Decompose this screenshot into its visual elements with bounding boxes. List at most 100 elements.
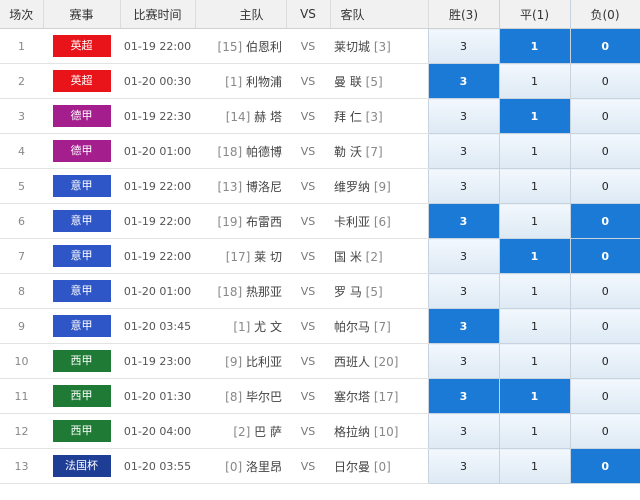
option-lose[interactable]: 0 — [569, 28, 640, 64]
league-badge[interactable]: 意甲 — [52, 245, 111, 267]
option-draw[interactable]: 1 — [498, 98, 570, 134]
option-win[interactable]: 3 — [427, 378, 499, 414]
option-lose[interactable]: 0 — [569, 168, 640, 204]
vs-label: VS — [286, 413, 330, 449]
home-team[interactable]: 莱 切 — [254, 250, 282, 264]
away-team-cell: 帕尔马 [7] — [330, 308, 428, 344]
option-lose[interactable]: 0 — [569, 273, 640, 309]
option-win[interactable]: 3 — [427, 63, 499, 99]
league-badge[interactable]: 德甲 — [52, 140, 111, 162]
option-draw[interactable]: 1 — [498, 63, 570, 99]
league-badge[interactable]: 西甲 — [52, 350, 111, 372]
away-team[interactable]: 国 米 — [334, 250, 362, 264]
league-badge[interactable]: 意甲 — [52, 210, 111, 232]
option-win[interactable]: 3 — [427, 343, 499, 379]
home-rank: [8] — [225, 389, 243, 404]
header-away: 客队 — [330, 0, 429, 29]
option-win[interactable]: 3 — [427, 203, 499, 239]
league-badge[interactable]: 英超 — [52, 35, 111, 57]
away-team[interactable]: 勒 沃 — [334, 145, 362, 159]
home-team-cell: [2] 巴 萨 — [195, 413, 286, 449]
option-win[interactable]: 3 — [427, 308, 499, 344]
option-lose[interactable]: 0 — [569, 98, 640, 134]
league-badge[interactable]: 西甲 — [52, 420, 111, 442]
option-lose[interactable]: 0 — [569, 203, 640, 239]
option-win[interactable]: 3 — [427, 168, 499, 204]
away-team[interactable]: 塞尔塔 — [334, 390, 370, 404]
vs-label: VS — [286, 133, 330, 169]
option-win[interactable]: 3 — [427, 273, 499, 309]
away-team[interactable]: 卡利亚 — [334, 215, 370, 229]
option-lose[interactable]: 0 — [569, 343, 640, 379]
league-badge[interactable]: 意甲 — [52, 315, 111, 337]
home-team-cell: [17] 莱 切 — [195, 238, 286, 274]
home-team[interactable]: 博洛尼 — [246, 180, 282, 194]
home-rank: [1] — [233, 319, 251, 334]
away-rank: [9] — [373, 179, 391, 194]
away-team[interactable]: 维罗纳 — [334, 180, 370, 194]
away-team-cell: 莱切城 [3] — [330, 28, 428, 64]
league-badge[interactable]: 德甲 — [52, 105, 111, 127]
away-team-cell: 卡利亚 [6] — [330, 203, 428, 239]
option-win[interactable]: 3 — [427, 413, 499, 449]
home-rank: [14] — [225, 109, 251, 124]
away-team[interactable]: 曼 联 — [334, 75, 362, 89]
away-team[interactable]: 日尔曼 — [334, 460, 370, 474]
home-team[interactable]: 赫 塔 — [254, 110, 282, 124]
option-win[interactable]: 3 — [427, 98, 499, 134]
away-team[interactable]: 罗 马 — [334, 285, 362, 299]
league-cell: 西甲 — [43, 378, 120, 414]
league-badge[interactable]: 意甲 — [52, 280, 111, 302]
option-lose[interactable]: 0 — [569, 378, 640, 414]
away-team[interactable]: 格拉纳 — [334, 425, 370, 439]
option-draw[interactable]: 1 — [498, 378, 570, 414]
option-draw[interactable]: 1 — [498, 203, 570, 239]
away-team[interactable]: 拜 仁 — [334, 110, 362, 124]
away-team[interactable]: 莱切城 — [334, 40, 370, 54]
home-team[interactable]: 热那亚 — [246, 285, 282, 299]
option-win[interactable]: 3 — [427, 28, 499, 64]
option-win[interactable]: 3 — [427, 133, 499, 169]
header-lose: 负(0) — [570, 0, 640, 29]
league-badge[interactable]: 意甲 — [52, 175, 111, 197]
away-team[interactable]: 西班人 — [334, 355, 370, 369]
home-team[interactable]: 毕尔巴 — [246, 390, 282, 404]
option-draw[interactable]: 1 — [498, 133, 570, 169]
home-team[interactable]: 布雷西 — [246, 215, 282, 229]
option-lose[interactable]: 0 — [569, 238, 640, 274]
home-team[interactable]: 比利亚 — [246, 355, 282, 369]
option-win[interactable]: 3 — [427, 448, 499, 484]
option-draw[interactable]: 1 — [498, 168, 570, 204]
header-league: 赛事 — [43, 0, 121, 29]
league-badge[interactable]: 法国杯 — [52, 455, 111, 477]
option-draw[interactable]: 1 — [498, 308, 570, 344]
league-badge[interactable]: 英超 — [52, 70, 111, 92]
home-team-cell: [18] 热那亚 — [195, 273, 286, 309]
option-lose[interactable]: 0 — [569, 413, 640, 449]
league-badge[interactable]: 西甲 — [52, 385, 111, 407]
option-draw[interactable]: 1 — [498, 413, 570, 449]
option-lose[interactable]: 0 — [569, 63, 640, 99]
option-draw[interactable]: 1 — [498, 343, 570, 379]
option-lose[interactable]: 0 — [569, 133, 640, 169]
option-draw[interactable]: 1 — [498, 238, 570, 274]
league-cell: 德甲 — [43, 133, 120, 169]
option-draw[interactable]: 1 — [498, 28, 570, 64]
match-number: 10 — [0, 343, 43, 379]
option-draw[interactable]: 1 — [498, 273, 570, 309]
option-draw[interactable]: 1 — [498, 448, 570, 484]
home-team[interactable]: 伯恩利 — [246, 40, 282, 54]
away-team[interactable]: 帕尔马 — [334, 320, 370, 334]
header-home: 主队 — [195, 0, 287, 29]
option-win[interactable]: 3 — [427, 238, 499, 274]
option-lose[interactable]: 0 — [569, 308, 640, 344]
away-rank: [7] — [365, 144, 383, 159]
home-team[interactable]: 利物浦 — [246, 75, 282, 89]
header-vs: VS — [286, 0, 331, 29]
option-lose[interactable]: 0 — [569, 448, 640, 484]
home-rank: [17] — [225, 249, 251, 264]
home-team[interactable]: 洛里昂 — [246, 460, 282, 474]
home-team[interactable]: 帕德博 — [246, 145, 282, 159]
home-team[interactable]: 尤 文 — [254, 320, 282, 334]
home-team[interactable]: 巴 萨 — [254, 425, 282, 439]
